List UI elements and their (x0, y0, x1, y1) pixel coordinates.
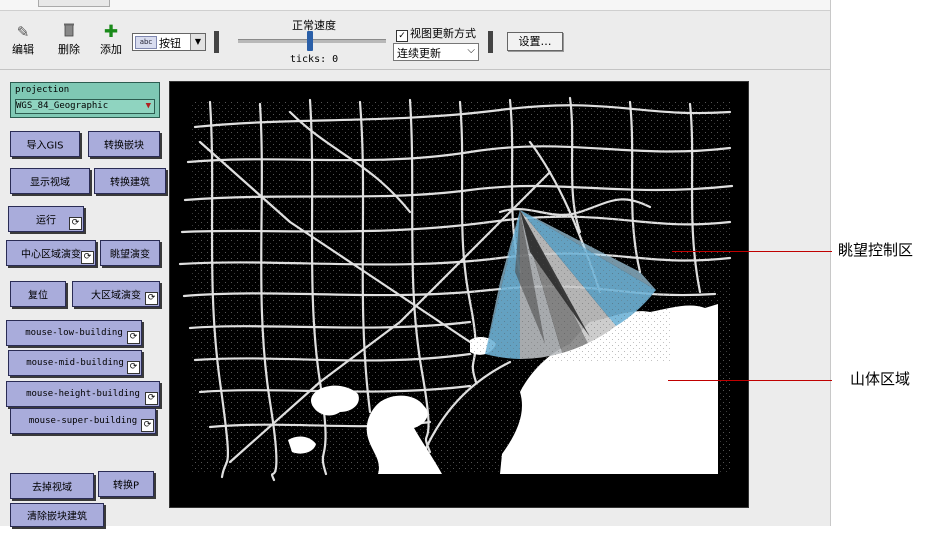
button-label: 复位 (28, 290, 48, 302)
overlook-sector (470, 202, 670, 362)
trash-icon (52, 23, 86, 41)
clear-block-buildings-button[interactable]: 清除嵌块建筑 (10, 503, 104, 527)
interface-tab[interactable] (38, 0, 110, 7)
convert-p-button[interactable]: 转换P (98, 471, 154, 497)
speed-slider-thumb[interactable] (307, 31, 313, 51)
center-evolve-button[interactable]: 中心区域演变 ⟳ (6, 240, 96, 266)
button-label: 转换P (112, 480, 140, 492)
delete-label: 删除 (58, 43, 80, 56)
import-gis-button[interactable]: 导入GIS (10, 131, 80, 157)
pencil-icon: ✎ (16, 23, 30, 41)
run-button[interactable]: 运行 ⟳ (8, 206, 84, 232)
plus-icon: ✚ (103, 22, 119, 42)
projection-value: WGS_84_Geographic (16, 101, 109, 111)
forever-icon: ⟳ (145, 292, 158, 305)
ticks-counter: ticks: 0 (290, 54, 339, 65)
edit-tool[interactable]: ✎ 编辑 (6, 23, 40, 57)
button-label: 转换嵌块 (104, 140, 144, 152)
projection-select[interactable]: WGS_84_Geographic ▼ (15, 99, 155, 114)
mouse-height-building-button[interactable]: mouse-height-building ⟳ (6, 381, 160, 407)
add-label: 添加 (100, 43, 122, 56)
toolbar: ✎ 编辑 删除 ✚ 添加 abc 按钮 ▼ 正常速度 ticks: 0 ✓ 视图更… (0, 11, 830, 70)
button-label: mouse-height-building (26, 389, 140, 399)
delete-tool[interactable]: 删除 (52, 23, 86, 57)
mouse-super-building-button[interactable]: mouse-super-building ⟳ (10, 408, 156, 434)
remove-view-button[interactable]: 去掉视域 (10, 473, 94, 499)
forever-icon: ⟳ (127, 361, 140, 374)
mountain-zone-leader-line (668, 380, 832, 381)
netlogo-window: ✎ 编辑 删除 ✚ 添加 abc 按钮 ▼ 正常速度 ticks: 0 ✓ 视图更… (0, 0, 831, 527)
overlook-zone-leader-line (672, 251, 832, 252)
button-label: 清除嵌块建筑 (27, 511, 87, 523)
toolbar-separator (214, 31, 219, 53)
overlook-evolve-button[interactable]: 眺望演变 (100, 240, 160, 266)
button-label: mouse-low-building (25, 328, 123, 338)
map-canvas (170, 82, 748, 507)
button-label: 转换建筑 (110, 177, 150, 189)
mouse-mid-building-button[interactable]: mouse-mid-building ⟳ (8, 350, 142, 376)
forever-icon: ⟳ (145, 392, 158, 405)
button-label: 眺望演变 (110, 249, 150, 261)
update-mode-value: 连续更新 (397, 47, 441, 60)
convert-buildings-button[interactable]: 转换建筑 (94, 168, 166, 194)
mouse-low-building-button[interactable]: mouse-low-building ⟳ (6, 320, 142, 346)
update-mode-select[interactable]: 连续更新 ⌵ (393, 43, 479, 61)
checkmark-icon: ✓ (396, 30, 408, 42)
reset-button[interactable]: 复位 (10, 281, 66, 307)
widget-type-select[interactable]: abc 按钮 ▼ (132, 33, 206, 51)
top-tab-strip (0, 0, 830, 11)
widget-type-value: 按钮 (159, 37, 181, 50)
chevron-down-icon: ⌵ (467, 45, 475, 56)
view-update-checkbox[interactable]: ✓ 视图更新方式 (396, 25, 476, 42)
button-label: 显示视域 (30, 177, 70, 189)
button-label: 去掉视域 (32, 482, 72, 494)
convert-blocks-button[interactable]: 转换嵌块 (88, 131, 160, 157)
button-label: mouse-super-building (28, 416, 138, 426)
mountain-zone-label: 山体区域 (850, 370, 911, 388)
button-widget-icon: abc (135, 36, 157, 49)
show-view-button[interactable]: 显示视域 (10, 168, 90, 194)
projection-label: projection (15, 85, 70, 95)
triangle-down-icon: ▼ (145, 101, 151, 111)
settings-button[interactable]: 设置… (507, 32, 563, 51)
add-tool[interactable]: ✚ 添加 (94, 23, 128, 57)
large-evolve-button[interactable]: 大区域演变 ⟳ (72, 281, 160, 307)
overlook-zone-label: 眺望控制区 (838, 241, 914, 259)
button-label: mouse-mid-building (26, 358, 124, 368)
view-update-label: 视图更新方式 (410, 27, 476, 40)
speed-label: 正常速度 (292, 19, 336, 32)
toolbar-separator (488, 31, 493, 53)
button-label: 导入GIS (26, 140, 64, 152)
forever-icon: ⟳ (127, 331, 140, 344)
forever-icon: ⟳ (81, 251, 94, 264)
projection-chooser[interactable]: projection WGS_84_Geographic ▼ (10, 82, 160, 118)
world-view[interactable] (169, 81, 749, 508)
forever-icon: ⟳ (141, 419, 154, 432)
chevron-down-icon: ▼ (190, 34, 205, 50)
edit-label: 编辑 (12, 43, 34, 56)
forever-icon: ⟳ (69, 217, 82, 230)
